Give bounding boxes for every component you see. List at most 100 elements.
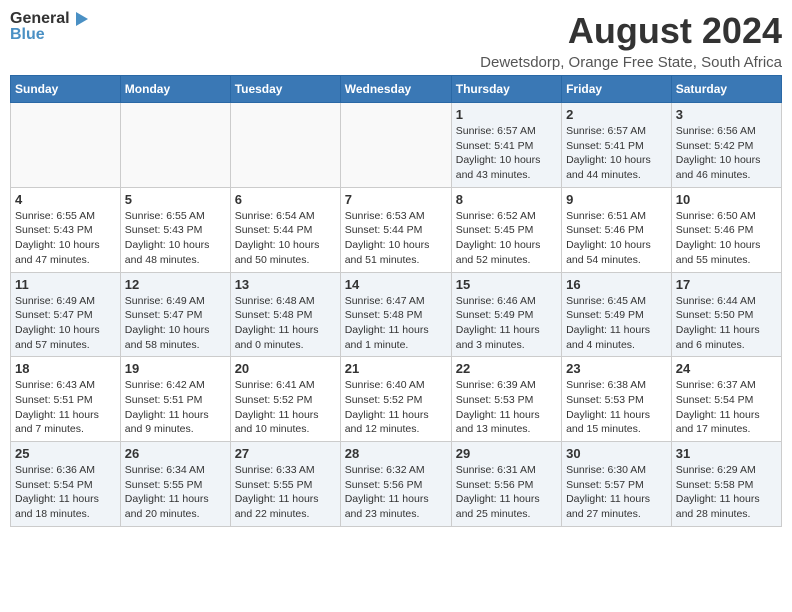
calendar-cell: 29 Sunrise: 6:31 AM Sunset: 5:56 PM Dayli…: [451, 442, 561, 527]
day-info: Sunrise: 6:33 AM Sunset: 5:55 PM Dayligh…: [235, 463, 336, 522]
calendar-cell: [120, 103, 230, 188]
calendar-cell: 2 Sunrise: 6:57 AM Sunset: 5:41 PM Daylig…: [562, 103, 672, 188]
calendar-cell: 19 Sunrise: 6:42 AM Sunset: 5:51 PM Dayli…: [120, 357, 230, 442]
day-info: Sunrise: 6:42 AM Sunset: 5:51 PM Dayligh…: [125, 378, 226, 437]
day-number: 29: [456, 446, 557, 461]
calendar-cell: 25 Sunrise: 6:36 AM Sunset: 5:54 PM Dayli…: [11, 442, 121, 527]
day-info: Sunrise: 6:56 AM Sunset: 5:42 PM Dayligh…: [676, 124, 777, 183]
day-number: 15: [456, 277, 557, 292]
day-number: 17: [676, 277, 777, 292]
day-info: Sunrise: 6:45 AM Sunset: 5:49 PM Dayligh…: [566, 294, 667, 353]
day-number: 19: [125, 361, 226, 376]
day-info: Sunrise: 6:31 AM Sunset: 5:56 PM Dayligh…: [456, 463, 557, 522]
day-info: Sunrise: 6:34 AM Sunset: 5:55 PM Dayligh…: [125, 463, 226, 522]
day-number: 18: [15, 361, 116, 376]
calendar-cell: 28 Sunrise: 6:32 AM Sunset: 5:56 PM Dayli…: [340, 442, 451, 527]
day-header-monday: Monday: [120, 76, 230, 103]
day-number: 21: [345, 361, 447, 376]
page-title: August 2024: [480, 10, 782, 52]
calendar-cell: 18 Sunrise: 6:43 AM Sunset: 5:51 PM Dayli…: [11, 357, 121, 442]
day-info: Sunrise: 6:44 AM Sunset: 5:50 PM Dayligh…: [676, 294, 777, 353]
day-header-wednesday: Wednesday: [340, 76, 451, 103]
day-number: 31: [676, 446, 777, 461]
day-number: 20: [235, 361, 336, 376]
day-info: Sunrise: 6:53 AM Sunset: 5:44 PM Dayligh…: [345, 209, 447, 268]
calendar-cell: 11Sunrise: 6:49 AM Sunset: 5:47 PM Dayli…: [11, 272, 121, 357]
calendar-week-5: 25 Sunrise: 6:36 AM Sunset: 5:54 PM Dayli…: [11, 442, 782, 527]
calendar-cell: 21 Sunrise: 6:40 AM Sunset: 5:52 PM Dayli…: [340, 357, 451, 442]
calendar-header: SundayMondayTuesdayWednesdayThursdayFrid…: [11, 76, 782, 103]
calendar-cell: 7 Sunrise: 6:53 AM Sunset: 5:44 PM Daylig…: [340, 187, 451, 272]
day-info: Sunrise: 6:48 AM Sunset: 5:48 PM Dayligh…: [235, 294, 336, 353]
day-info: Sunrise: 6:57 AM Sunset: 5:41 PM Dayligh…: [566, 124, 667, 183]
day-info: Sunrise: 6:57 AM Sunset: 5:41 PM Dayligh…: [456, 124, 557, 183]
calendar-cell: 16 Sunrise: 6:45 AM Sunset: 5:49 PM Dayli…: [562, 272, 672, 357]
calendar-cell: 30Sunrise: 6:30 AM Sunset: 5:57 PM Dayli…: [562, 442, 672, 527]
calendar-cell: 17 Sunrise: 6:44 AM Sunset: 5:50 PM Dayli…: [671, 272, 781, 357]
day-info: Sunrise: 6:43 AM Sunset: 5:51 PM Dayligh…: [15, 378, 116, 437]
day-info: Sunrise: 6:46 AM Sunset: 5:49 PM Dayligh…: [456, 294, 557, 353]
logo-blue: Blue: [10, 26, 88, 44]
logo-arrow-icon: [76, 12, 88, 26]
day-number: 7: [345, 192, 447, 207]
calendar-cell: 23 Sunrise: 6:38 AM Sunset: 5:53 PM Dayli…: [562, 357, 672, 442]
calendar-cell: 15 Sunrise: 6:46 AM Sunset: 5:49 PM Dayli…: [451, 272, 561, 357]
calendar-cell: 6 Sunrise: 6:54 AM Sunset: 5:44 PM Daylig…: [230, 187, 340, 272]
calendar-cell: 3 Sunrise: 6:56 AM Sunset: 5:42 PM Daylig…: [671, 103, 781, 188]
day-number: 13: [235, 277, 336, 292]
day-number: 6: [235, 192, 336, 207]
day-number: 25: [15, 446, 116, 461]
day-info: Sunrise: 6:51 AM Sunset: 5:46 PM Dayligh…: [566, 209, 667, 268]
day-info: Sunrise: 6:29 AM Sunset: 5:58 PM Dayligh…: [676, 463, 777, 522]
calendar-cell: 31 Sunrise: 6:29 AM Sunset: 5:58 PM Dayli…: [671, 442, 781, 527]
day-number: 30: [566, 446, 667, 461]
day-info: Sunrise: 6:52 AM Sunset: 5:45 PM Dayligh…: [456, 209, 557, 268]
day-info: Sunrise: 6:40 AM Sunset: 5:52 PM Dayligh…: [345, 378, 447, 437]
calendar-cell: 12Sunrise: 6:49 AM Sunset: 5:47 PM Dayli…: [120, 272, 230, 357]
calendar-week-1: 1 Sunrise: 6:57 AM Sunset: 5:41 PM Daylig…: [11, 103, 782, 188]
day-number: 5: [125, 192, 226, 207]
day-info: Sunrise: 6:37 AM Sunset: 5:54 PM Dayligh…: [676, 378, 777, 437]
day-number: 1: [456, 107, 557, 122]
day-number: 8: [456, 192, 557, 207]
calendar-cell: 1 Sunrise: 6:57 AM Sunset: 5:41 PM Daylig…: [451, 103, 561, 188]
day-info: Sunrise: 6:54 AM Sunset: 5:44 PM Dayligh…: [235, 209, 336, 268]
calendar-week-3: 11Sunrise: 6:49 AM Sunset: 5:47 PM Dayli…: [11, 272, 782, 357]
day-number: 26: [125, 446, 226, 461]
day-info: Sunrise: 6:36 AM Sunset: 5:54 PM Dayligh…: [15, 463, 116, 522]
day-number: 2: [566, 107, 667, 122]
day-number: 4: [15, 192, 116, 207]
calendar-cell: [11, 103, 121, 188]
day-number: 28: [345, 446, 447, 461]
calendar-cell: 20Sunrise: 6:41 AM Sunset: 5:52 PM Dayli…: [230, 357, 340, 442]
calendar-body: 1 Sunrise: 6:57 AM Sunset: 5:41 PM Daylig…: [11, 103, 782, 527]
calendar-cell: 10Sunrise: 6:50 AM Sunset: 5:46 PM Dayli…: [671, 187, 781, 272]
day-header-saturday: Saturday: [671, 76, 781, 103]
day-info: Sunrise: 6:47 AM Sunset: 5:48 PM Dayligh…: [345, 294, 447, 353]
calendar-week-4: 18 Sunrise: 6:43 AM Sunset: 5:51 PM Dayli…: [11, 357, 782, 442]
day-info: Sunrise: 6:38 AM Sunset: 5:53 PM Dayligh…: [566, 378, 667, 437]
day-number: 3: [676, 107, 777, 122]
day-header-friday: Friday: [562, 76, 672, 103]
day-number: 16: [566, 277, 667, 292]
day-info: Sunrise: 6:32 AM Sunset: 5:56 PM Dayligh…: [345, 463, 447, 522]
calendar-cell: 26 Sunrise: 6:34 AM Sunset: 5:55 PM Dayli…: [120, 442, 230, 527]
day-info: Sunrise: 6:55 AM Sunset: 5:43 PM Dayligh…: [15, 209, 116, 268]
calendar-cell: 8 Sunrise: 6:52 AM Sunset: 5:45 PM Daylig…: [451, 187, 561, 272]
page-header: General Blue August 2024 Dewetsdorp, Ora…: [10, 10, 782, 71]
calendar-cell: 4 Sunrise: 6:55 AM Sunset: 5:43 PM Daylig…: [11, 187, 121, 272]
calendar-cell: 27Sunrise: 6:33 AM Sunset: 5:55 PM Dayli…: [230, 442, 340, 527]
calendar-week-2: 4 Sunrise: 6:55 AM Sunset: 5:43 PM Daylig…: [11, 187, 782, 272]
header-row: SundayMondayTuesdayWednesdayThursdayFrid…: [11, 76, 782, 103]
calendar-cell: [340, 103, 451, 188]
title-block: August 2024 Dewetsdorp, Orange Free Stat…: [480, 10, 782, 71]
day-number: 10: [676, 192, 777, 207]
calendar-cell: [230, 103, 340, 188]
day-info: Sunrise: 6:49 AM Sunset: 5:47 PM Dayligh…: [15, 294, 116, 353]
day-number: 14: [345, 277, 447, 292]
day-number: 23: [566, 361, 667, 376]
day-header-sunday: Sunday: [11, 76, 121, 103]
logo-general: General: [10, 10, 70, 27]
calendar-cell: 13 Sunrise: 6:48 AM Sunset: 5:48 PM Dayli…: [230, 272, 340, 357]
page-subtitle: Dewetsdorp, Orange Free State, South Afr…: [480, 54, 782, 71]
